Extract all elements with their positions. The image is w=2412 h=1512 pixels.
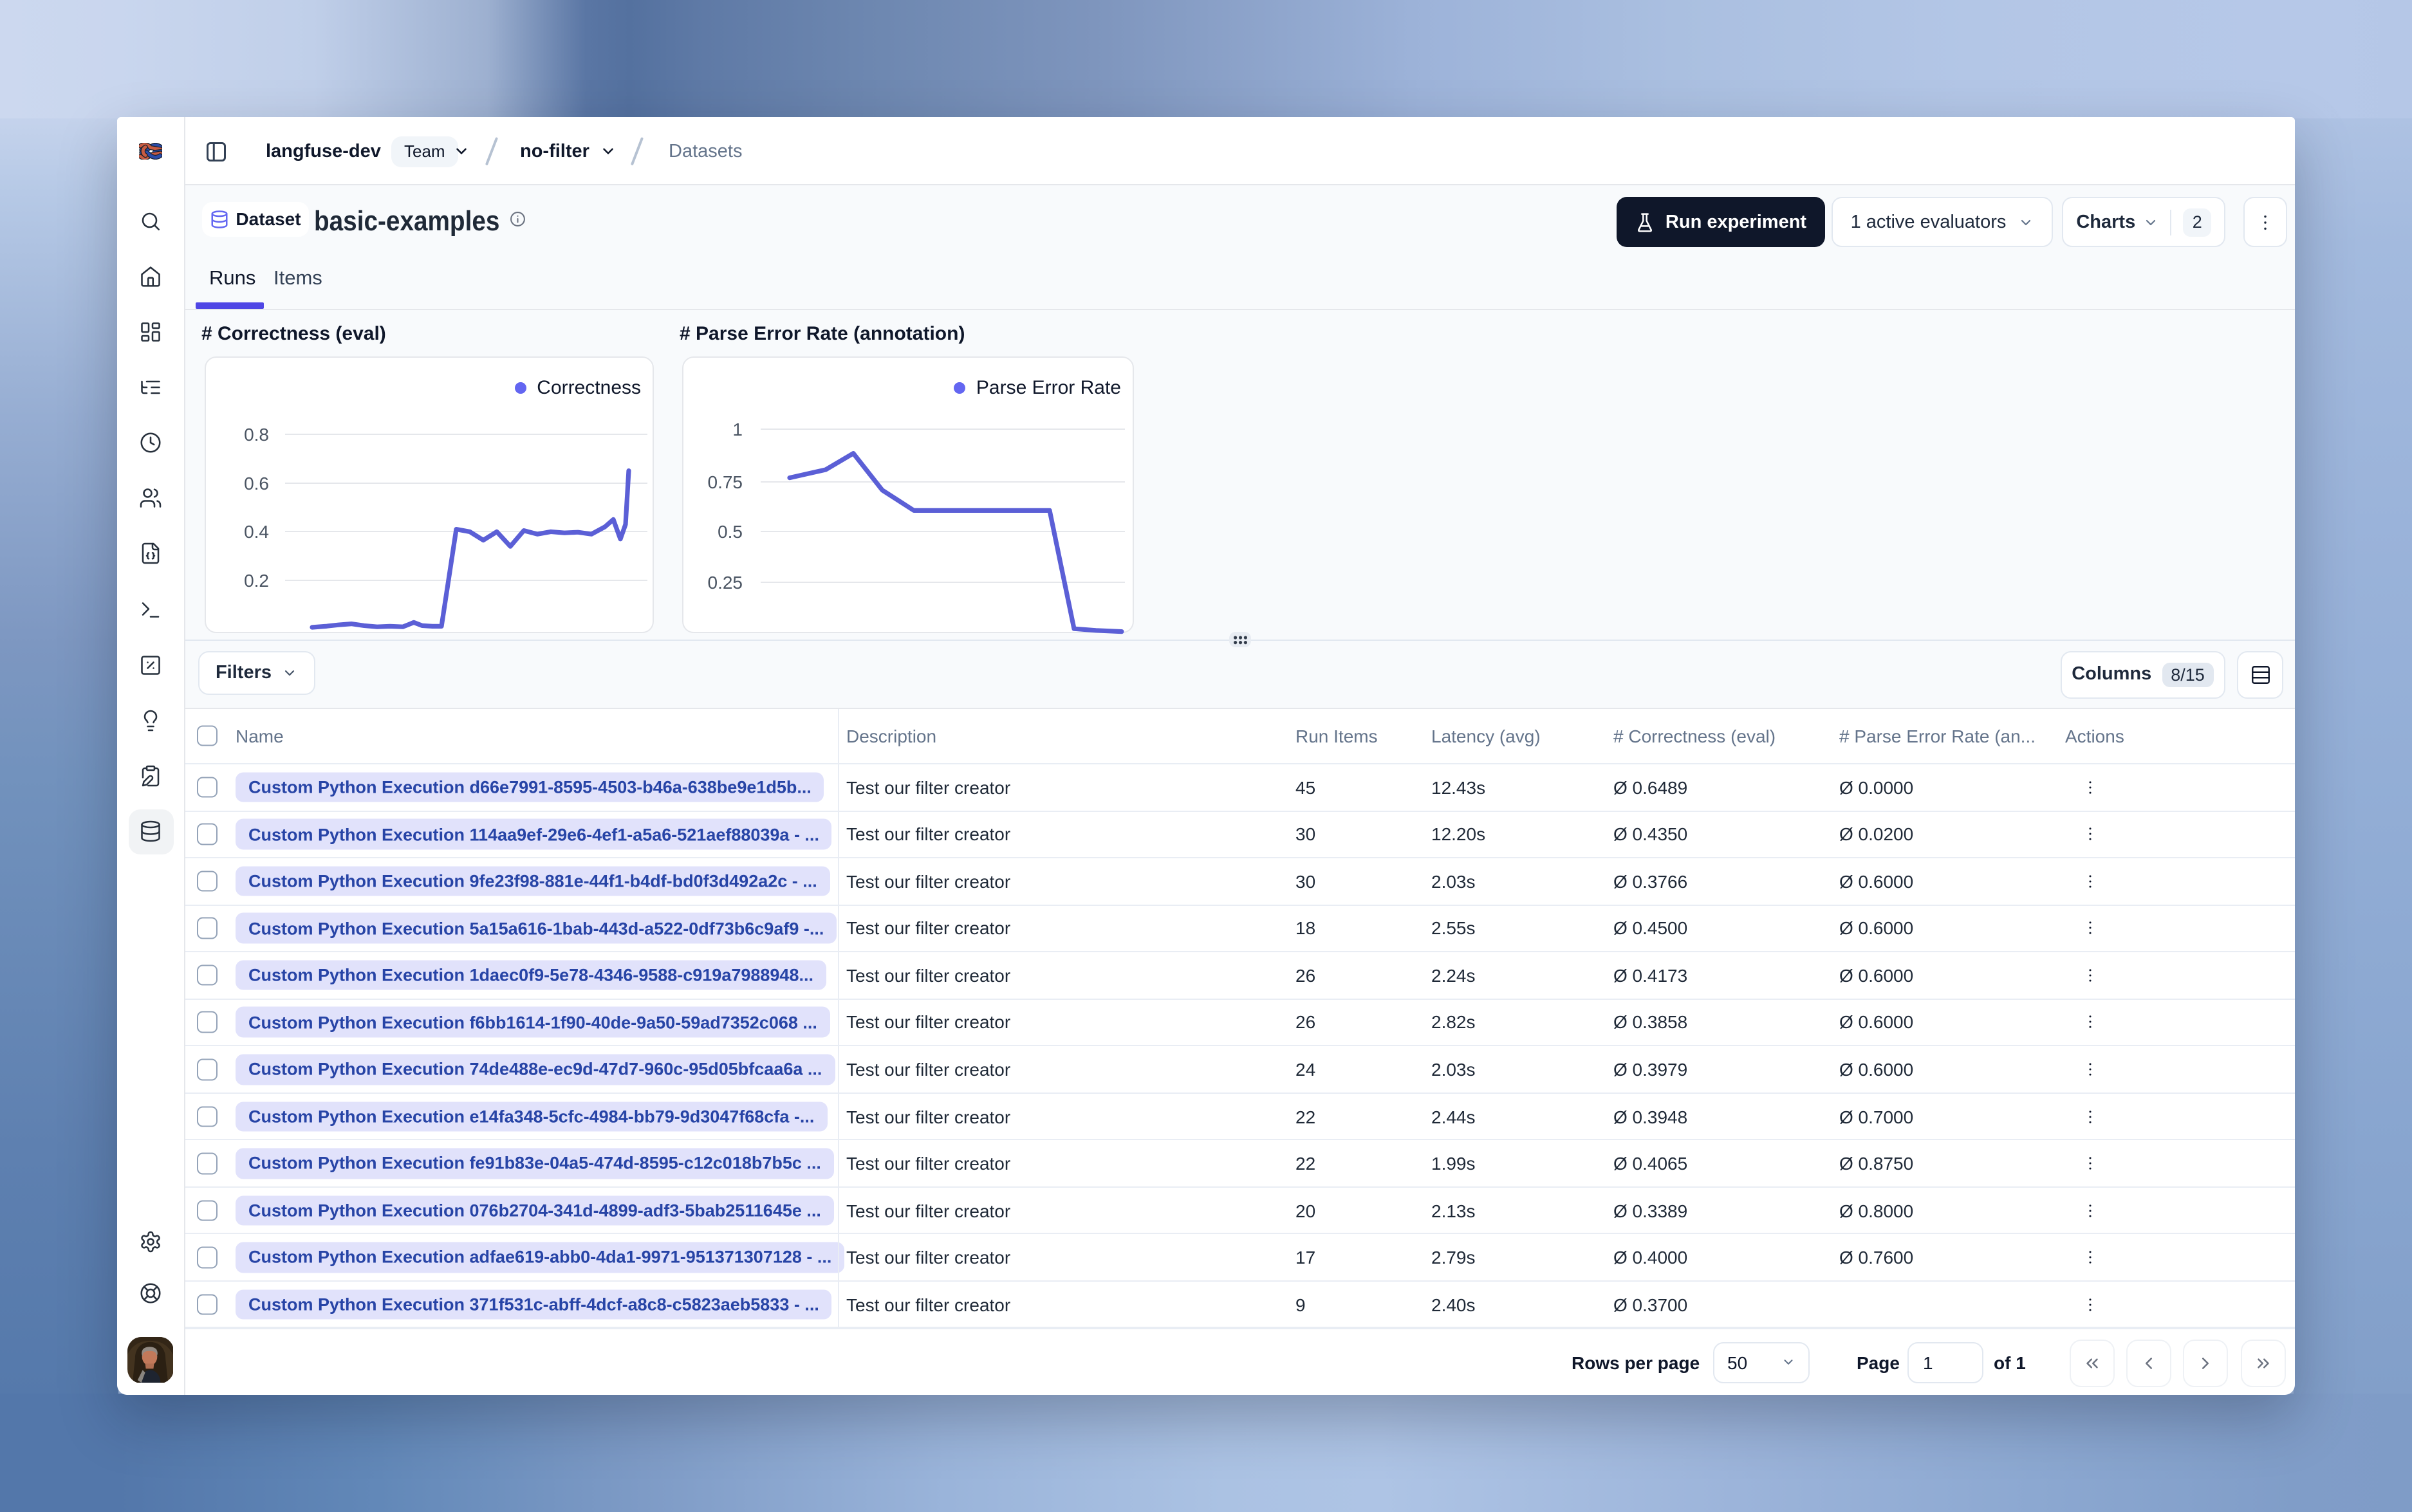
svg-text:0.2: 0.2	[243, 571, 268, 591]
svg-text:0.4: 0.4	[243, 522, 268, 542]
svg-text:0.75: 0.75	[707, 472, 743, 492]
svg-text:0.8: 0.8	[243, 425, 268, 445]
svg-text:0.5: 0.5	[717, 522, 742, 542]
svg-text:1: 1	[732, 419, 742, 439]
svg-text:0.25: 0.25	[707, 573, 743, 593]
svg-text:0.6: 0.6	[243, 474, 268, 493]
